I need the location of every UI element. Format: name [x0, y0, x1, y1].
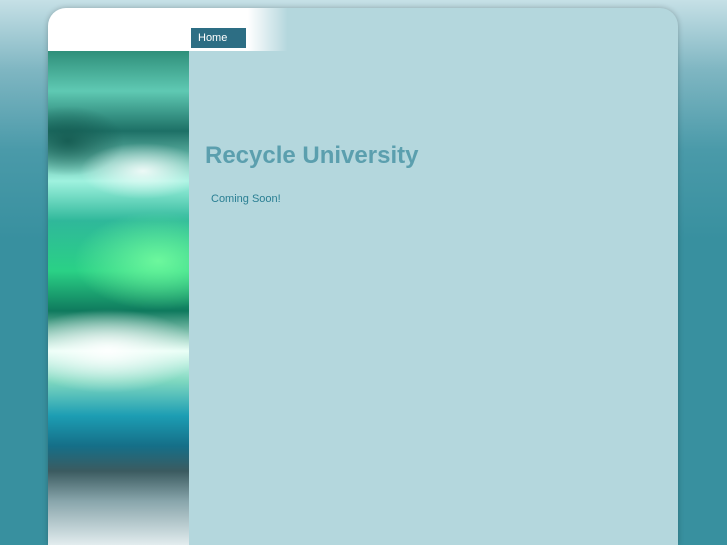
header-strip	[48, 8, 288, 51]
nav-item-home[interactable]: Home	[191, 28, 246, 48]
sidebar-decorative-image	[48, 51, 189, 545]
coming-soon-text: Coming Soon!	[211, 193, 281, 205]
page-title: Recycle University	[205, 142, 419, 169]
content-frame: Home Recycle University Coming Soon!	[48, 8, 678, 545]
